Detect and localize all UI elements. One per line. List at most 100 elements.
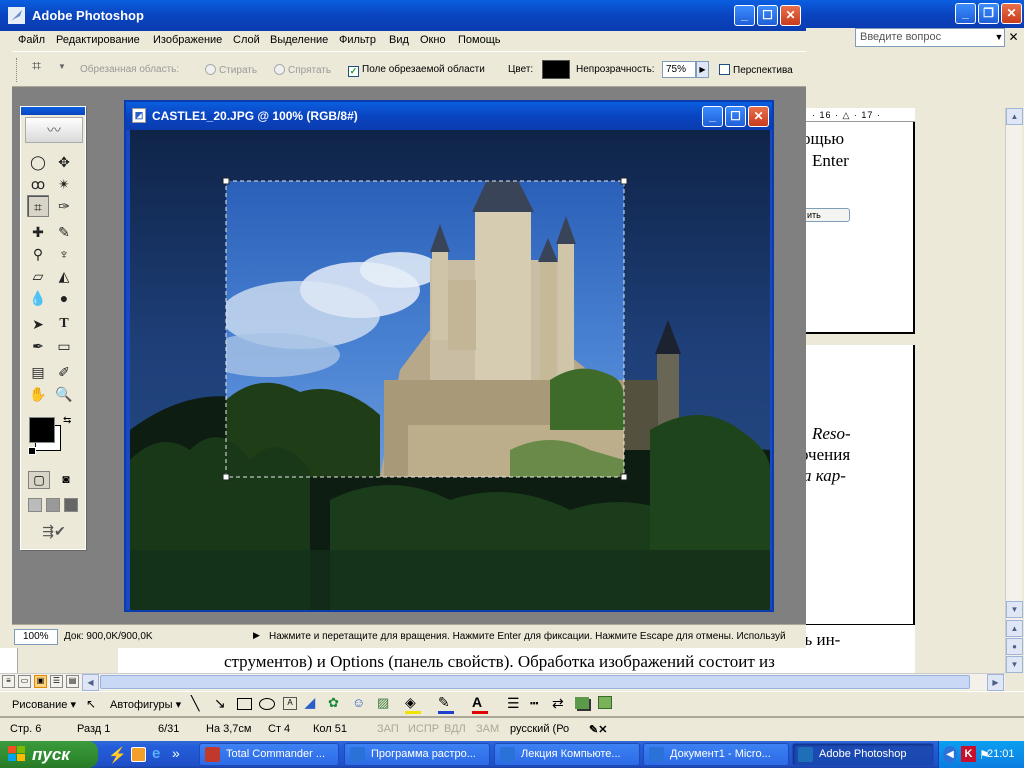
menu-layer[interactable]: Слой <box>233 34 260 46</box>
dodge-tool-icon[interactable]: ● <box>53 287 75 309</box>
wordart-icon[interactable]: ◢ <box>305 695 315 711</box>
status-rec[interactable]: ЗАП <box>377 723 399 735</box>
outline-view-icon[interactable]: ☰ <box>50 675 63 688</box>
shape-tool-icon[interactable]: ▭ <box>53 335 75 357</box>
task-total-commander[interactable]: Total Commander ... <box>199 743 339 766</box>
line-color-icon[interactable]: ✎ <box>438 694 450 711</box>
word-restore-button[interactable]: ❐ <box>978 3 999 24</box>
word-minimize-button[interactable]: _ <box>955 3 976 24</box>
lasso-tool-icon[interactable]: ꝏ <box>27 173 49 195</box>
swap-colors-icon[interactable]: ⇆ <box>63 415 71 426</box>
fill-color-icon[interactable]: ◈ <box>405 694 416 711</box>
standard-mode-icon[interactable]: ▢ <box>28 471 50 489</box>
shield-checkbox[interactable]: ✓ Поле обрезаемой области <box>348 64 485 77</box>
slice-tool-icon[interactable]: ✑ <box>53 195 75 217</box>
menu-help[interactable]: Помощь <box>458 34 501 46</box>
opacity-input[interactable]: 75% <box>662 61 696 78</box>
crop-tool-icon[interactable]: ⌗ <box>32 58 41 76</box>
crop-tool-icon[interactable]: ⌗ <box>27 195 49 217</box>
feather-icon[interactable]: 〰 <box>25 117 83 143</box>
line-style-icon[interactable]: ☰ <box>507 695 520 712</box>
foreground-color-swatch[interactable] <box>29 417 55 443</box>
opacity-slider-arrow-icon[interactable]: ▶ <box>696 61 709 78</box>
drawing-menu-button[interactable]: Рисование ▾ <box>12 698 76 711</box>
screen-mode-standard-icon[interactable] <box>28 498 42 512</box>
clipart-icon[interactable]: ☺ <box>352 695 365 710</box>
font-color-icon[interactable]: A <box>472 694 482 710</box>
web-view-icon[interactable]: ▭ <box>18 675 31 688</box>
menu-view[interactable]: Вид <box>389 34 409 46</box>
status-extend[interactable]: ВДЛ <box>444 723 466 735</box>
image-canvas[interactable] <box>130 130 770 610</box>
hand-tool-icon[interactable]: ✋ <box>27 383 49 405</box>
word-ask-question-input[interactable]: Введите вопрос <box>855 28 1005 47</box>
word-vertical-scrollbar[interactable]: ▲ ▼ ▲ ● ▼ <box>1005 108 1023 673</box>
browse-object-icon[interactable]: ● <box>1006 638 1023 655</box>
textbox-icon[interactable]: A <box>283 697 297 710</box>
clock[interactable]: 21:01 <box>987 748 1015 760</box>
task-word-lecture[interactable]: Лекция Компьюте... <box>494 743 640 766</box>
marquee-tool-icon[interactable]: ◯ <box>27 151 49 173</box>
ps-maximize-button[interactable]: ☐ <box>757 5 778 26</box>
spelling-status-icon[interactable]: ✎✕ <box>589 723 607 736</box>
diagram-icon[interactable]: ✿ <box>328 695 339 711</box>
task-photoshop[interactable]: Adobe Photoshop <box>792 743 934 766</box>
menu-file[interactable]: Файл <box>18 34 45 46</box>
status-track[interactable]: ИСПР <box>408 723 439 735</box>
menu-image[interactable]: Изображение <box>153 34 222 46</box>
doc-minimize-button[interactable]: _ <box>702 106 723 127</box>
picture-icon[interactable]: ▨ <box>377 695 389 711</box>
autoshapes-menu-button[interactable]: Автофигуры ▾ <box>110 698 181 711</box>
menu-edit[interactable]: Редактирование <box>56 34 140 46</box>
status-menu-arrow-icon[interactable]: ▶ <box>253 630 260 641</box>
healing-brush-tool-icon[interactable]: ✚ <box>27 221 49 243</box>
paint-bucket-tool-icon[interactable]: ◭ <box>53 265 75 287</box>
toolbox-title-bar[interactable] <box>21 107 85 115</box>
hide-radio[interactable]: Спрятать <box>274 64 331 76</box>
word-doc-close-icon[interactable]: ✕ <box>1003 30 1024 47</box>
3d-style-icon[interactable] <box>598 696 612 709</box>
word-horizontal-scrollbar[interactable]: ≡ ▭ ▣ ☰ ▤ ◀ ▶ <box>0 673 1005 691</box>
quick-mask-mode-icon[interactable]: ◙ <box>55 471 77 489</box>
prev-page-icon[interactable]: ▲ <box>1006 620 1023 637</box>
start-button[interactable]: пуск <box>0 741 98 768</box>
shield-color-swatch[interactable] <box>542 60 570 79</box>
clone-stamp-tool-icon[interactable]: ⚲ <box>27 243 49 265</box>
zoom-tool-icon[interactable]: 🔍 <box>53 383 75 405</box>
line-icon[interactable]: ╲ <box>191 695 199 712</box>
oval-icon[interactable] <box>259 698 275 710</box>
move-tool-icon[interactable]: ✥ <box>53 151 75 173</box>
ps-minimize-button[interactable]: _ <box>734 5 755 26</box>
tray-collapse-icon[interactable]: ◀ <box>943 746 957 763</box>
kaspersky-icon[interactable]: K <box>961 746 976 762</box>
menu-filter[interactable]: Фильтр <box>339 34 376 46</box>
quicklaunch-ie-icon[interactable]: e <box>152 745 160 762</box>
rectangle-icon[interactable] <box>237 698 252 710</box>
scroll-down-icon[interactable]: ▼ <box>1006 601 1023 618</box>
jump-to-imageready-icon[interactable]: ⇶✔ <box>29 521 79 541</box>
zoom-input[interactable]: 100% <box>14 629 58 645</box>
status-overtype[interactable]: ЗАМ <box>476 723 499 735</box>
quicklaunch-app-icon[interactable] <box>131 747 146 762</box>
path-selection-tool-icon[interactable]: ➤ <box>27 313 49 335</box>
options-grip[interactable] <box>16 58 18 82</box>
print-layout-icon[interactable]: ▣ <box>34 675 47 688</box>
task-word-raster[interactable]: Программа растро... <box>344 743 490 766</box>
dash-style-icon[interactable]: ┅ <box>530 695 538 712</box>
screen-mode-full-menu-icon[interactable] <box>46 498 60 512</box>
delete-radio[interactable]: Стирать <box>205 64 257 76</box>
perspective-checkbox[interactable]: Перспектива <box>719 64 793 76</box>
scroll-left-icon[interactable]: ◀ <box>82 674 99 691</box>
quicklaunch-more-icon[interactable]: » <box>172 745 180 761</box>
task-word-document1[interactable]: Документ1 - Micro... <box>643 743 789 766</box>
menu-window[interactable]: Окно <box>420 34 446 46</box>
blur-tool-icon[interactable]: 💧 <box>27 287 49 309</box>
type-tool-icon[interactable]: T <box>53 313 75 335</box>
notes-tool-icon[interactable]: ▤ <box>27 361 49 383</box>
tool-preset-chevron-icon[interactable]: ▼ <box>58 62 66 71</box>
horizontal-scroll-thumb[interactable] <box>100 675 970 689</box>
screen-mode-full-icon[interactable] <box>64 498 78 512</box>
doc-maximize-button[interactable]: ☐ <box>725 106 746 127</box>
next-page-icon[interactable]: ▼ <box>1006 656 1023 673</box>
scroll-right-icon[interactable]: ▶ <box>987 674 1004 691</box>
